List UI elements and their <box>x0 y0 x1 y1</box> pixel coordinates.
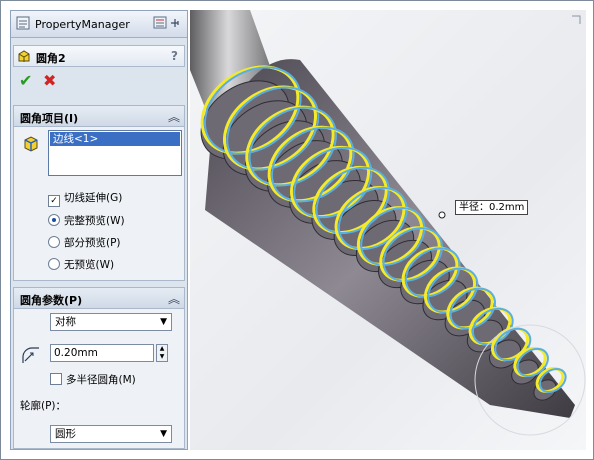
partial-preview-radio[interactable] <box>48 236 60 248</box>
fillet-method-select[interactable]: 对称 ▼ <box>50 313 172 331</box>
tangent-propagation-option[interactable]: ✓ 切线延伸(G) <box>48 190 122 207</box>
fillet-params-title: 圆角参数(P) <box>20 294 83 307</box>
full-preview-radio[interactable] <box>48 214 60 226</box>
help-button[interactable]: ? <box>171 49 178 63</box>
profile-value: 圆形 <box>55 428 76 440</box>
fillet-feature-icon <box>18 50 30 62</box>
radius-callout[interactable]: 半径：0.2mm <box>455 200 529 215</box>
dropdown-arrow-icon: ▼ <box>160 317 167 327</box>
radius-spinner[interactable]: ▲ ▼ <box>156 344 168 362</box>
panel-title-icons <box>153 15 185 31</box>
tangent-propagation-checkbox[interactable]: ✓ <box>48 195 60 207</box>
profile-label: 轮廓(P)： <box>20 400 67 412</box>
profile-select[interactable]: 圆形 ▼ <box>50 425 172 443</box>
property-manager-icon <box>16 16 30 30</box>
fillet-items-group: 圆角项目(I) ︽ 边线<1> ✓ 切线延伸(G) 完整预览(W) 部分预览(P)… <box>13 105 185 281</box>
ok-button[interactable]: ✔ <box>19 71 32 90</box>
multi-radius-label: 多半径圆角(M) <box>66 374 136 386</box>
collapse-chevron-icon[interactable]: ︽ <box>168 290 180 307</box>
model-view[interactable] <box>190 10 586 450</box>
callout-anchor-icon <box>438 211 446 219</box>
dropdown-arrow-icon: ▼ <box>160 429 167 439</box>
radius-input[interactable]: 0.20mm <box>50 344 154 362</box>
partial-preview-option[interactable]: 部分预览(P) <box>48 235 121 250</box>
edges-listbox[interactable]: 边线<1> <box>48 130 182 176</box>
viewport-corner-icon[interactable] <box>570 14 582 26</box>
property-manager-tab[interactable]: PropertyManager <box>11 11 187 38</box>
edge-selection-icon <box>24 136 38 152</box>
multi-radius-option[interactable]: 多半径圆角(M) <box>50 372 136 387</box>
panel-options-icon[interactable] <box>153 15 185 31</box>
selected-edge-item[interactable]: 边线<1> <box>50 132 180 146</box>
fillet-method-value: 对称 <box>55 316 76 328</box>
no-preview-option[interactable]: 无预览(W) <box>48 257 114 272</box>
full-preview-label: 完整预览(W) <box>64 215 125 227</box>
full-preview-option[interactable]: 完整预览(W) <box>48 213 125 228</box>
cancel-button[interactable]: ✖ <box>43 71 56 90</box>
collapse-chevron-icon[interactable]: ︽ <box>168 108 180 125</box>
property-manager-panel: PropertyManager 圆角2 ? ✔ ✖ 圆角项目(I) ︽ 边线<1… <box>10 10 188 450</box>
fillet-items-header[interactable]: 圆角项目(I) ︽ <box>14 106 184 127</box>
fillet-params-group: 圆角参数(P) ︽ 对称 ▼ 0.20mm ▲ ▼ 多半径圆角(M) 轮廓(P)：… <box>13 287 185 449</box>
fillet-params-header[interactable]: 圆角参数(P) ︽ <box>14 288 184 309</box>
panel-title: PropertyManager <box>35 18 130 31</box>
feature-name: 圆角2 <box>36 52 66 65</box>
partial-preview-label: 部分预览(P) <box>64 237 121 249</box>
tangent-propagation-label: 切线延伸(G) <box>64 192 123 204</box>
feature-title-bar: 圆角2 ? <box>13 45 185 67</box>
no-preview-label: 无预览(W) <box>64 259 115 271</box>
graphics-viewport[interactable] <box>190 10 586 450</box>
fillet-items-title: 圆角项目(I) <box>20 112 79 125</box>
radius-icon <box>22 347 39 363</box>
no-preview-radio[interactable] <box>48 258 60 270</box>
multi-radius-checkbox[interactable] <box>50 373 62 385</box>
